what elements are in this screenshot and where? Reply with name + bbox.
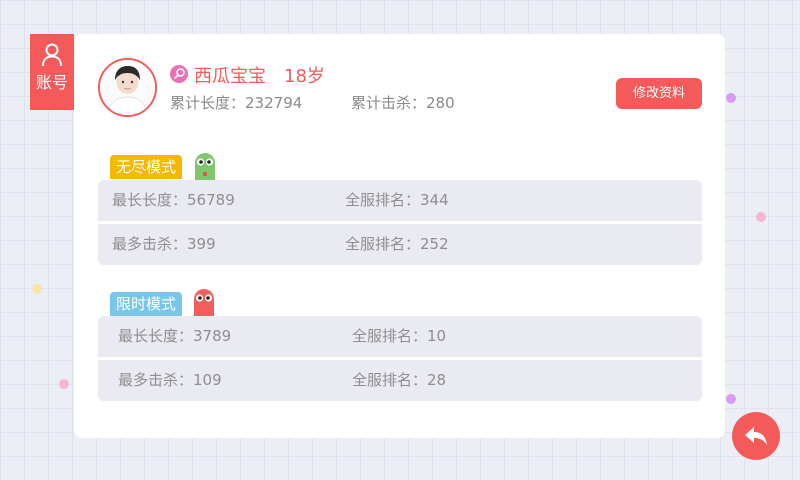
- avatar-image: [100, 60, 155, 115]
- total-length-value: 232794: [245, 94, 303, 112]
- bg-dot: [32, 284, 42, 294]
- profile-card: 西瓜宝宝 18岁 累计长度：232794 累计击杀：280 修改资料 无尽模式 …: [74, 34, 725, 438]
- bg-dot: [726, 93, 736, 103]
- stat-label-value: 最多击杀：109: [118, 371, 222, 389]
- total-kills-value: 280: [426, 94, 455, 112]
- endless-mode-tag: 无尽模式: [110, 155, 183, 179]
- timed-mode-tag: 限时模式: [110, 292, 183, 316]
- total-kills-label: 累计击杀：: [351, 94, 427, 112]
- total-length-stat: 累计长度：232794: [170, 92, 302, 113]
- rank-label-value: 全服排名：28: [352, 371, 447, 389]
- rank-label-value: 全服排名：10: [352, 327, 447, 345]
- back-button[interactable]: [732, 412, 780, 460]
- user-icon: [42, 43, 62, 67]
- edit-profile-button[interactable]: 修改资料: [616, 78, 702, 109]
- account-tab-label: 账号: [35, 73, 68, 92]
- bg-dot: [726, 394, 736, 404]
- female-gender-icon: [170, 65, 188, 83]
- green-snake-mascot-icon: [195, 153, 215, 180]
- stat-label-value: 最多击杀：399: [112, 235, 216, 253]
- stat-row: 最长长度：56789 全服排名：344: [98, 180, 702, 221]
- stat-label-value: 最长长度：3789: [118, 327, 232, 345]
- stat-row: 最多击杀：109 全服排名：28: [98, 360, 702, 401]
- total-length-label: 累计长度：: [170, 94, 246, 112]
- total-kills-stat: 累计击杀：280: [351, 92, 455, 113]
- back-arrow-icon: [745, 427, 767, 445]
- timed-mode-panel: 最长长度：3789 全服排名：10 最多击杀：109 全服排名：28: [98, 316, 702, 401]
- rank-label-value: 全服排名：344: [345, 191, 449, 209]
- bg-dot: [59, 379, 69, 389]
- avatar[interactable]: [98, 58, 157, 117]
- account-tab[interactable]: 账号: [30, 34, 74, 110]
- endless-mode-panel: 最长长度：56789 全服排名：344 最多击杀：399 全服排名：252: [98, 180, 702, 265]
- red-snake-mascot-icon: [194, 289, 214, 316]
- age: 18岁: [284, 66, 325, 87]
- stat-label-value: 最长长度：56789: [112, 191, 235, 209]
- rank-label-value: 全服排名：252: [345, 235, 449, 253]
- stat-row: 最长长度：3789 全服排名：10: [98, 316, 702, 357]
- bg-dot: [756, 212, 766, 222]
- nickname: 西瓜宝宝: [194, 66, 266, 87]
- stat-row: 最多击杀：399 全服排名：252: [98, 224, 702, 265]
